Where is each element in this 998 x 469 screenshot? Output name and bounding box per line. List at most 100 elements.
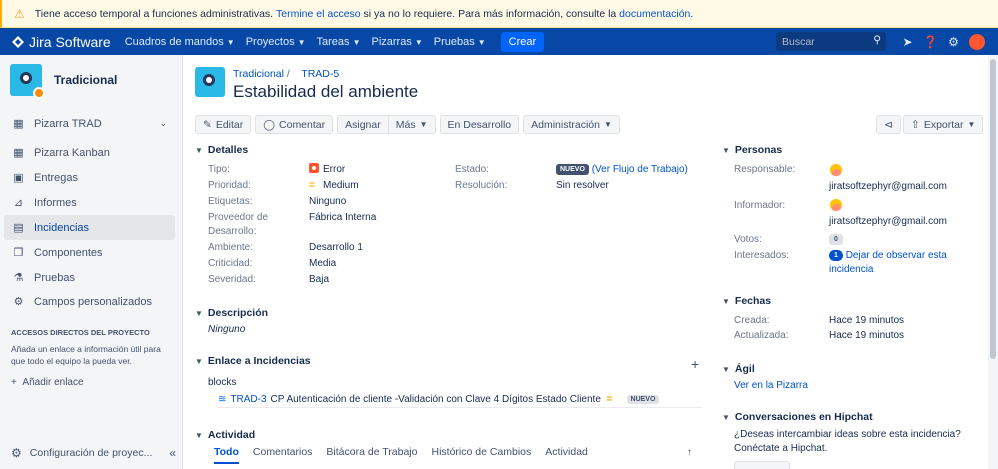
project-settings-link[interactable]: ⚙ Configuración de proyec... « <box>11 446 176 460</box>
details-section-toggle[interactable]: ▼ Detalles <box>195 144 248 156</box>
chevron-down-icon: ▼ <box>419 120 428 129</box>
in-development-button[interactable]: En Desarrollo <box>439 115 520 134</box>
sort-arrow-icon[interactable]: ↑ <box>687 446 692 460</box>
menu-boards[interactable]: Pizarras ▼ <box>371 36 422 48</box>
view-on-board-link[interactable]: Ver en la Pizarra <box>734 379 808 393</box>
administration-button[interactable]: Administración ▼ <box>523 115 620 134</box>
share-button[interactable]: ⊲ <box>876 115 901 134</box>
export-icon: ⇧ <box>911 118 920 131</box>
view-workflow-link[interactable]: Ver Flujo de Trabajo <box>595 164 685 175</box>
tab-worklog[interactable]: Bitácora de Trabajo <box>326 446 417 464</box>
bug-icon <box>309 163 319 173</box>
activity-section-toggle[interactable]: ▼ Actividad <box>195 429 255 441</box>
project-header[interactable]: Tradicional <box>10 64 118 99</box>
collapse-icon: ▼ <box>195 431 203 440</box>
project-name: Tradicional <box>54 73 118 87</box>
tab-activity[interactable]: Actividad <box>545 446 588 464</box>
search-input[interactable]: Buscar ⚲ <box>776 32 886 51</box>
watchers-count[interactable]: 1 <box>829 250 843 262</box>
add-link-icon[interactable]: + <box>691 355 699 374</box>
user-avatar[interactable] <box>969 33 985 50</box>
help-icon[interactable]: ❓ <box>919 35 942 49</box>
stop-watching-link[interactable]: Dejar de observar esta incidencia <box>829 250 947 275</box>
collapse-icon: ▼ <box>195 146 203 155</box>
hipchat-dismiss-button[interactable] <box>792 461 842 469</box>
linked-issue-status: NUEVO <box>626 394 660 404</box>
type-label: Tipo: <box>208 164 230 175</box>
search-icon: ⚲ <box>873 34 881 46</box>
assignee-value[interactable]: jiratsoftzephyr@gmail.com <box>829 180 947 194</box>
hipchat-section-toggle[interactable]: ▼ Conversaciones en Hipchat <box>722 411 873 423</box>
search-placeholder: Buscar <box>782 35 815 48</box>
tab-comments[interactable]: Comentarios <box>253 446 313 464</box>
labels-label: Etiquetas: <box>208 196 253 207</box>
issue-title: Estabilidad del ambiente <box>233 82 419 101</box>
linked-issue-summary[interactable]: CP Autenticación de cliente -Validación … <box>271 394 601 405</box>
provider-value: Fábrica Interna <box>309 212 377 223</box>
sidebar-item-pruebas[interactable]: ⚗ Pruebas <box>4 265 175 290</box>
linked-issue-row[interactable]: ≋ TRAD-3 CP Autenticación de cliente -Va… <box>218 391 702 408</box>
menu-issues[interactable]: Tareas ▼ <box>317 36 361 48</box>
comment-button[interactable]: ◯ Comentar <box>255 115 334 134</box>
breadcrumb-issue-key[interactable]: TRAD-5 <box>301 68 339 80</box>
resolution-label: Resolución: <box>455 180 508 191</box>
priority-value: = Medium <box>309 180 359 191</box>
updated-value: Hace 19 minutos <box>829 330 905 341</box>
issue-links-section-toggle[interactable]: ▼ Enlace a Incidencias <box>195 355 311 367</box>
assignee-avatar <box>829 163 843 177</box>
more-button[interactable]: Más ▼ <box>387 115 436 134</box>
tab-history[interactable]: Histórico de Cambios <box>431 446 531 464</box>
sidebar-item-incidencias[interactable]: ▤ Incidencias <box>4 215 175 240</box>
type-value: Error <box>309 163 345 177</box>
board-icon: ▦ <box>13 147 24 159</box>
priority-label: Prioridad: <box>208 180 251 191</box>
menu-projects[interactable]: Proyectos ▼ <box>246 36 306 48</box>
tab-all[interactable]: Todo <box>214 446 239 464</box>
project-avatar <box>195 67 225 97</box>
sidebar-item-informes[interactable]: ⊿ Informes <box>4 190 175 215</box>
scrollbar-thumb[interactable] <box>990 59 996 359</box>
jira-logo[interactable]: Jira Software <box>12 34 111 50</box>
chart-icon: ⊿ <box>13 197 24 209</box>
collapse-sidebar-icon[interactable]: « <box>169 446 176 460</box>
create-button[interactable]: Crear <box>500 31 545 52</box>
gear-icon: ⚙ <box>11 446 22 460</box>
end-access-link[interactable]: Termine el acceso <box>276 8 361 20</box>
add-link-button[interactable]: + Añadir enlace <box>11 377 84 388</box>
description-section-toggle[interactable]: ▼ Descripción <box>195 307 268 319</box>
chevron-down-icon: ▼ <box>352 37 361 47</box>
linked-issue-key[interactable]: TRAD-3 <box>230 394 266 405</box>
hipchat-connect-button[interactable] <box>734 461 790 469</box>
reporter-label: Informador: <box>734 200 786 211</box>
sidebar-item-entregas[interactable]: ▣ Entregas <box>4 165 175 190</box>
breadcrumb-project[interactable]: Tradicional <box>233 68 284 80</box>
priority-medium-icon: = <box>606 393 613 405</box>
sidebar-item-componentes[interactable]: ❒ Componentes <box>4 240 175 265</box>
status-lozenge: NUEVO <box>556 164 589 176</box>
sidebar-item-pizarra-kanban[interactable]: ▦ Pizarra Kanban <box>4 140 175 165</box>
description-value[interactable]: Ninguno <box>208 323 245 337</box>
page-scrollbar[interactable] <box>988 55 998 469</box>
documentation-link[interactable]: documentación <box>619 8 690 20</box>
gear-icon[interactable]: ⚙ <box>942 35 965 49</box>
warning-icon: ⚠ <box>14 6 25 21</box>
issues-icon: ▤ <box>13 222 24 234</box>
export-button[interactable]: ⇧ Exportar ▼ <box>903 115 984 134</box>
people-section-toggle[interactable]: ▼ Personas <box>722 144 782 156</box>
votes-value[interactable]: 0 <box>829 233 843 247</box>
agile-section-toggle[interactable]: ▼ Ágil <box>722 363 755 375</box>
collapse-icon: ▼ <box>722 146 730 155</box>
reporter-avatar <box>829 198 843 212</box>
chevron-down-icon: ▼ <box>967 120 976 129</box>
menu-dashboards[interactable]: Cuadros de mandos ▼ <box>125 36 235 48</box>
dates-section-toggle[interactable]: ▼ Fechas <box>722 295 771 307</box>
assign-button[interactable]: Asignar <box>337 115 388 134</box>
menu-tests[interactable]: Pruebas ▼ <box>434 36 486 48</box>
admin-access-banner: ⚠ Tiene acceso temporal a funciones admi… <box>0 0 998 28</box>
sidebar-item-pizarra-trad[interactable]: ▦ Pizarra TRAD ⌄ <box>4 111 175 136</box>
reporter-value[interactable]: jiratsoftzephyr@gmail.com <box>829 215 947 229</box>
edit-button[interactable]: ✎ Editar <box>195 115 252 134</box>
megaphone-icon[interactable]: ➤ <box>896 35 919 49</box>
sidebar-item-campos[interactable]: ⚙ Campos personalizados <box>4 289 175 314</box>
priority-medium-icon: = <box>309 180 315 191</box>
